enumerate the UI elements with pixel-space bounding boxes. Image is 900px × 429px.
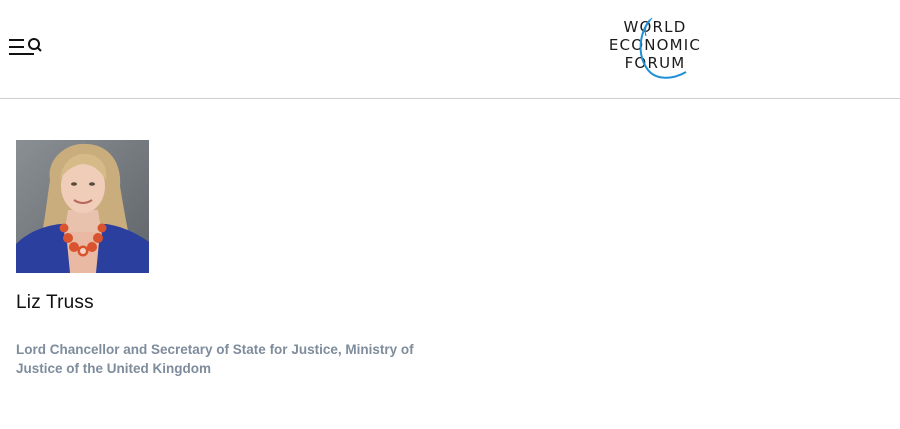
site-header: WORLD ECONOMIC FORUM — [0, 0, 900, 99]
menu-search-icon — [9, 38, 42, 55]
speaker-photo[interactable] — [16, 140, 149, 273]
wef-logo[interactable]: WORLD ECONOMIC FORUM — [596, 14, 714, 84]
speaker-title: Lord Chancellor and Secretary of State f… — [16, 342, 414, 376]
menu-search-button[interactable] — [6, 34, 46, 64]
logo-line-3: FORUM — [624, 54, 686, 72]
logo-line-2: ECONOMIC — [608, 36, 702, 54]
speaker-profile: Liz Truss Lord Chancellor and Secretary … — [16, 140, 436, 378]
speaker-name: Liz Truss — [16, 292, 94, 313]
logo-line-1: WORLD — [623, 18, 687, 36]
